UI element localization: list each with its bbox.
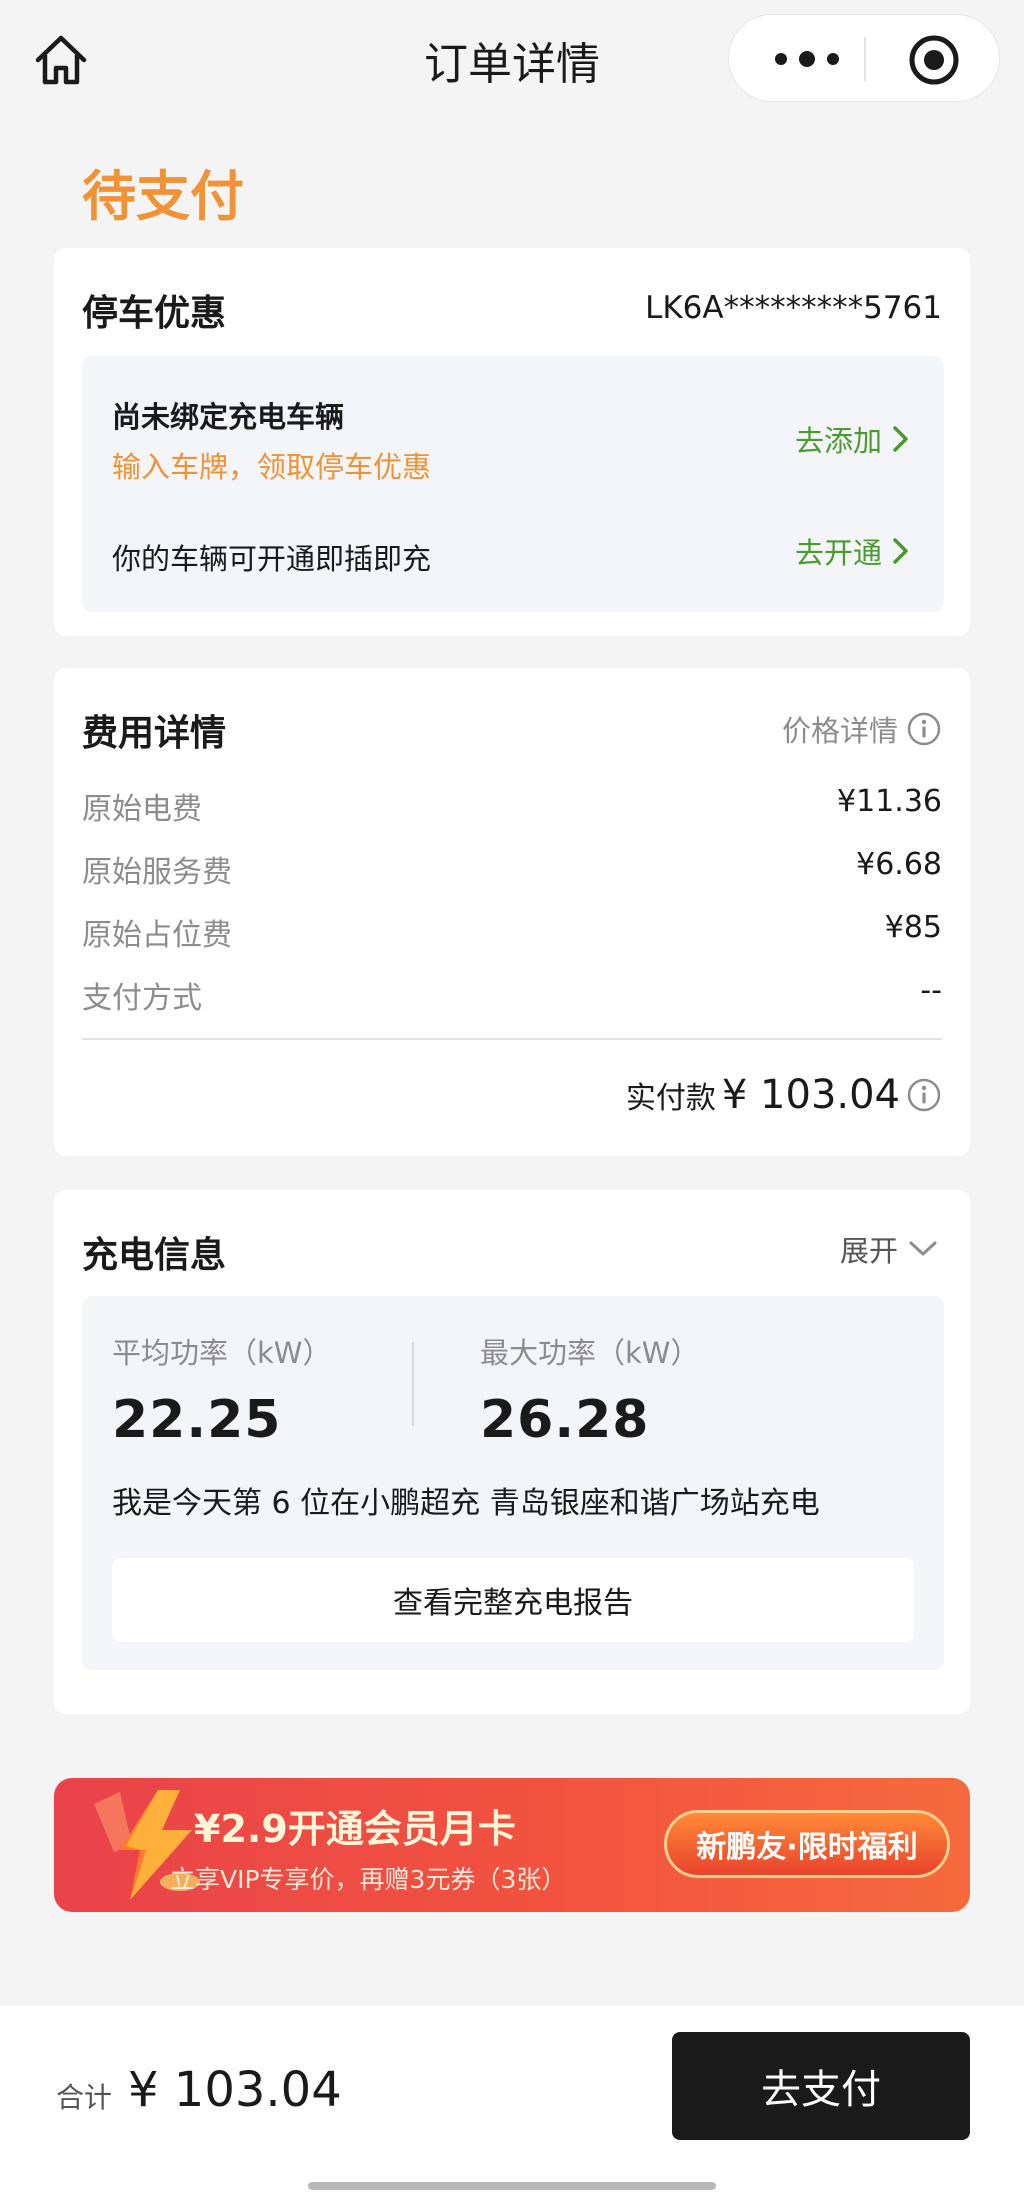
- plug-and-charge-text: 你的车辆可开通即插即充: [112, 542, 432, 576]
- charging-info-card: 充电信息 展开 平均功率（kW） 22.25 最大功率（kW） 26.28 我是…: [54, 1190, 970, 1714]
- pay-button[interactable]: 去支付: [672, 2032, 970, 2140]
- top-navigation-bar: 订单详情: [0, 0, 1024, 120]
- view-report-button[interactable]: 查看完整充电报告: [112, 1558, 914, 1642]
- stat-divider: [412, 1342, 414, 1426]
- more-dots-icon[interactable]: [767, 37, 847, 81]
- add-vehicle-link[interactable]: 去添加: [795, 418, 910, 460]
- parking-card-title: 停车优惠: [82, 293, 227, 334]
- paid-amount-row: 实付款 ¥ 103.04: [626, 1072, 942, 1118]
- fee-value: --: [920, 973, 942, 1008]
- fee-value: ¥85: [884, 910, 942, 945]
- info-icon[interactable]: [906, 1077, 942, 1113]
- expand-label: 展开: [839, 1234, 898, 1268]
- max-power-label: 最大功率（kW）: [480, 1336, 700, 1370]
- banner-subtitle: 立享VIP专享价，再赠3元券（3张）: [170, 1865, 567, 1894]
- fee-row-service: 原始服务费 ¥6.68: [82, 847, 942, 890]
- fee-card-title: 费用详情: [82, 713, 227, 754]
- max-power-value: 26.28: [480, 1390, 650, 1450]
- order-status: 待支付: [82, 165, 244, 228]
- miniprogram-capsule: [728, 14, 1000, 102]
- bottom-pay-bar: 合计 ¥ 103.04 去支付: [0, 2006, 1024, 2194]
- home-indicator[interactable]: [308, 2182, 716, 2190]
- avg-power-value: 22.25: [112, 1390, 282, 1450]
- fee-label: 支付方式: [82, 981, 202, 1016]
- charging-stats-panel: 平均功率（kW） 22.25 最大功率（kW） 26.28 我是今天第 6 位在…: [82, 1296, 944, 1670]
- enable-plug-charge-link[interactable]: 去开通: [795, 530, 910, 572]
- add-vehicle-label: 去添加: [794, 424, 882, 458]
- fee-row-payment-method: 支付方式 --: [82, 973, 942, 1016]
- avg-power-stat: 平均功率（kW） 22.25: [112, 1330, 331, 1450]
- parking-discount-card: 停车优惠 LK6A*********5761 尚未绑定充电车辆 输入车牌，领取停…: [54, 248, 970, 636]
- fee-divider: [82, 1038, 942, 1040]
- chevron-right-icon: [893, 538, 908, 564]
- paid-label: 实付款: [625, 1081, 716, 1116]
- membership-promo-banner[interactable]: ¥2.9开通会员月卡 立享VIP专享价，再赠3元券（3张） 新鹏友·限时福利: [54, 1778, 970, 1912]
- banner-title: ¥2.9开通会员月卡: [194, 1807, 516, 1851]
- not-bound-text: 尚未绑定充电车辆: [112, 400, 345, 434]
- miniprogram-close-icon[interactable]: [907, 33, 961, 87]
- fee-label: 原始服务费: [82, 855, 232, 890]
- capsule-divider: [864, 37, 866, 81]
- avg-power-label: 平均功率（kW）: [112, 1336, 332, 1370]
- fee-value: ¥6.68: [856, 847, 942, 882]
- bind-vehicle-panel: 尚未绑定充电车辆 输入车牌，领取停车优惠 去添加 你的车辆可开通即插即充 去开通: [82, 356, 944, 612]
- total-label: 合计: [56, 2081, 113, 2114]
- fee-label: 原始占位费: [82, 918, 232, 953]
- enable-label: 去开通: [794, 536, 882, 570]
- fee-value: ¥11.36: [837, 784, 942, 819]
- fee-details-card: 费用详情 价格详情 原始电费 ¥11.36 原始服务费 ¥6.68 原始占位费 …: [54, 668, 970, 1156]
- chevron-right-icon: [893, 426, 908, 452]
- max-power-stat: 最大功率（kW） 26.28: [480, 1330, 699, 1450]
- price-detail-label: 价格详情: [781, 714, 898, 748]
- fee-row-electricity: 原始电费 ¥11.36: [82, 784, 942, 827]
- total-amount: ¥ 103.04: [128, 2062, 342, 2118]
- banner-pill: 新鹏友·限时福利: [664, 1810, 950, 1878]
- fee-row-occupancy: 原始占位费 ¥85: [82, 910, 942, 953]
- paid-amount: ¥ 103.04: [721, 1072, 900, 1118]
- price-detail-link[interactable]: 价格详情: [782, 708, 942, 750]
- fee-label: 原始电费: [82, 792, 202, 827]
- expand-toggle[interactable]: 展开: [840, 1228, 938, 1270]
- plate-hint-text: 输入车牌，领取停车优惠: [112, 450, 432, 484]
- vehicle-vin: LK6A*********5761: [645, 290, 942, 326]
- info-icon: [907, 712, 941, 746]
- charging-rank-text: 我是今天第 6 位在小鹏超充 青岛银座和谐广场站充电: [112, 1486, 820, 1521]
- chevron-down-icon: [909, 1241, 937, 1256]
- charging-card-title: 充电信息: [82, 1235, 227, 1276]
